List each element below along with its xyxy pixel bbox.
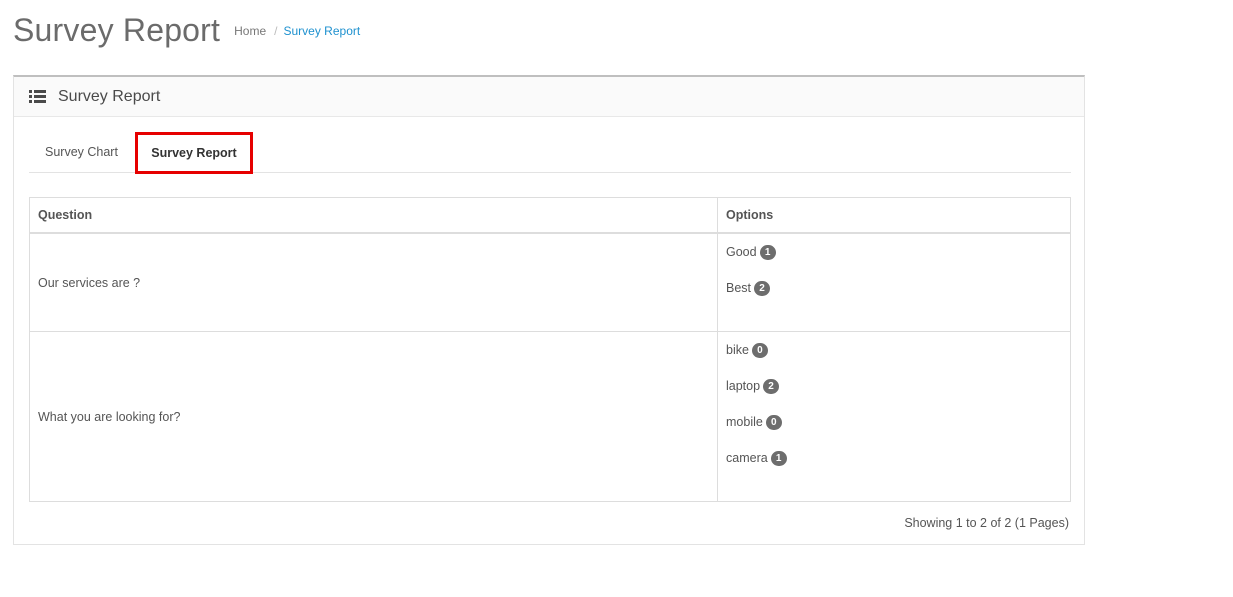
count-badge: 2	[754, 280, 771, 296]
breadcrumb: Home / Survey Report	[234, 24, 360, 38]
option-label: laptop	[726, 379, 761, 393]
breadcrumb-separator: /	[274, 24, 278, 38]
column-header-question[interactable]: Question	[29, 197, 718, 234]
tab-bar: Survey Chart Survey Report	[29, 132, 1071, 174]
table-row: Our services are ? Good 1 Best 2	[29, 232, 1071, 332]
pagination-summary: Showing 1 to 2 of 2 (1 Pages)	[904, 516, 1069, 530]
tab-survey-report[interactable]: Survey Report	[135, 132, 253, 174]
question-cell: Our services are ?	[29, 232, 718, 332]
table-header-row: Question Options	[29, 197, 1071, 234]
tab-survey-chart[interactable]: Survey Chart	[45, 132, 118, 172]
option-item: laptop 2	[726, 368, 1062, 404]
table-row: What you are looking for? bike 0 laptop …	[29, 331, 1071, 502]
options-cell: Good 1 Best 2	[717, 232, 1071, 332]
count-badge: 1	[759, 244, 776, 260]
page-title: Survey Report	[13, 12, 221, 48]
breadcrumb-home-link[interactable]: Home	[234, 24, 266, 38]
list-icon	[29, 90, 46, 103]
panel-heading: Survey Report	[14, 77, 1084, 117]
option-label: Good	[726, 245, 757, 259]
option-label: camera	[726, 451, 768, 465]
count-badge: 0	[751, 342, 768, 358]
option-item: camera 1	[726, 440, 1062, 476]
breadcrumb-current-link[interactable]: Survey Report	[284, 24, 361, 38]
options-cell: bike 0 laptop 2 mobile 0 camera 1	[717, 331, 1071, 502]
option-item: Best 2	[726, 270, 1062, 306]
option-label: mobile	[726, 415, 763, 429]
question-cell: What you are looking for?	[29, 331, 718, 502]
count-badge: 1	[770, 450, 787, 466]
column-header-options[interactable]: Options	[717, 197, 1071, 234]
survey-report-table: Question Options Our services are ? Good…	[29, 197, 1071, 502]
panel-title: Survey Report	[58, 87, 161, 105]
option-item: mobile 0	[726, 404, 1062, 440]
survey-report-panel: Survey Report Survey Chart Survey Report…	[13, 75, 1085, 545]
page-header: Survey Report Home / Survey Report	[13, 8, 360, 58]
count-badge: 2	[763, 378, 780, 394]
option-item: Good 1	[726, 234, 1062, 270]
count-badge: 0	[765, 414, 782, 430]
option-item: bike 0	[726, 332, 1062, 368]
page: Survey Report Home / Survey Report Surve…	[0, 0, 1233, 597]
option-label: Best	[726, 281, 752, 295]
option-label: bike	[726, 343, 749, 357]
